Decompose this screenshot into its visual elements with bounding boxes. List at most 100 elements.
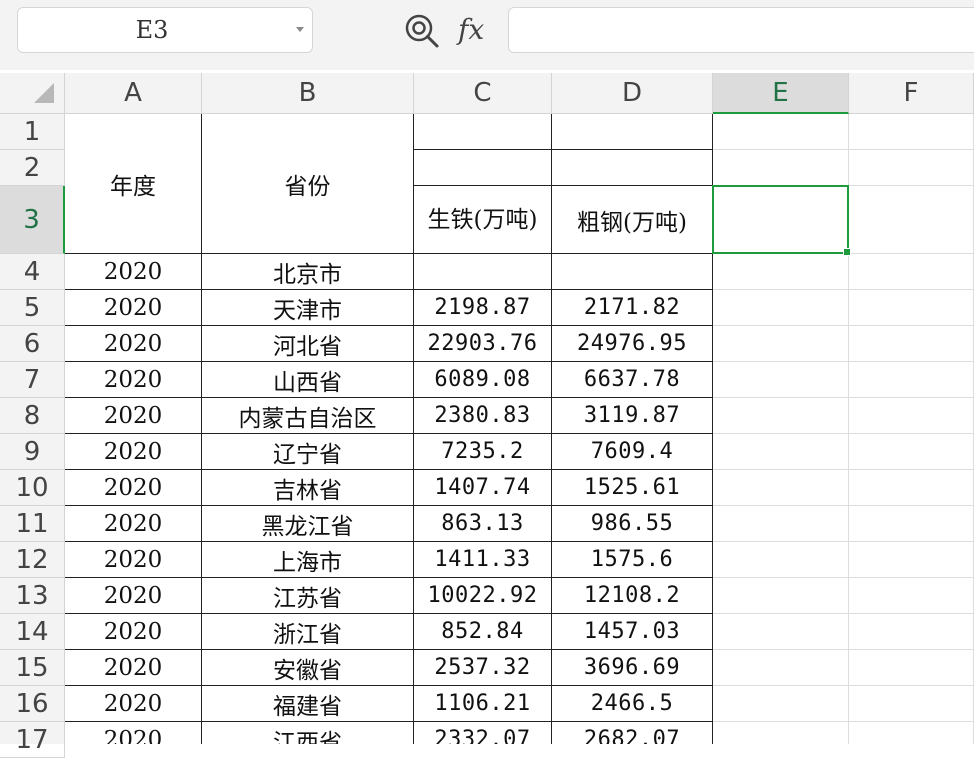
name-box-value: E3 (135, 16, 169, 44)
column-header-A[interactable]: A (65, 73, 202, 114)
column-header-F[interactable]: F (849, 73, 974, 114)
province-cell[interactable]: 上海市 (202, 542, 414, 578)
pig-iron-cell[interactable]: 2537.32 (414, 650, 552, 686)
year-cell[interactable]: 2020 (65, 686, 202, 722)
year-cell[interactable]: 2020 (65, 398, 202, 434)
province-cell[interactable]: 天津市 (202, 290, 414, 326)
crude-steel-cell[interactable]: 24976.95 (552, 326, 713, 362)
crude-steel-cell[interactable]: 7609.4 (552, 434, 713, 470)
crude-steel-cell[interactable]: 1575.6 (552, 542, 713, 578)
header-pig-iron-cell[interactable]: 生铁(万吨) (414, 186, 552, 254)
chevron-down-icon[interactable] (296, 27, 304, 32)
header-province-cell[interactable]: 省份 (202, 114, 414, 254)
column-header-C[interactable]: C (414, 73, 552, 114)
year-cell[interactable]: 2020 (65, 254, 202, 290)
column-header-E[interactable]: E (713, 73, 849, 114)
province-cell[interactable]: 江西省 (202, 722, 414, 744)
crude-steel-cell[interactable]: 3696.69 (552, 650, 713, 686)
select-all-icon (34, 83, 54, 103)
province-cell[interactable]: 河北省 (202, 326, 414, 362)
header-crude-steel-cell[interactable]: 粗钢(万吨) (552, 186, 713, 254)
province-cell[interactable]: 浙江省 (202, 614, 414, 650)
row-header-1[interactable]: 1 (0, 114, 65, 150)
row-header-5[interactable]: 5 (0, 290, 65, 326)
row-header-8[interactable]: 8 (0, 398, 65, 434)
cell-D2[interactable] (552, 150, 713, 186)
year-cell[interactable]: 2020 (65, 326, 202, 362)
province-cell[interactable]: 山西省 (202, 362, 414, 398)
row-header-17[interactable]: 17 (0, 722, 65, 758)
row-header-9[interactable]: 9 (0, 434, 65, 470)
province-cell[interactable]: 安徽省 (202, 650, 414, 686)
pig-iron-cell[interactable]: 2332.07 (414, 722, 552, 744)
year-cell[interactable]: 2020 (65, 362, 202, 398)
row-header-6[interactable]: 6 (0, 326, 65, 362)
crude-steel-cell[interactable]: 1457.03 (552, 614, 713, 650)
year-cell[interactable]: 2020 (65, 722, 202, 744)
province-cell[interactable]: 黑龙江省 (202, 506, 414, 542)
crude-steel-cell[interactable]: 12108.2 (552, 578, 713, 614)
row-header-14[interactable]: 14 (0, 614, 65, 650)
year-cell[interactable]: 2020 (65, 506, 202, 542)
pig-iron-cell[interactable]: 1106.21 (414, 686, 552, 722)
fill-handle[interactable] (843, 248, 851, 256)
crude-steel-cell[interactable]: 1525.61 (552, 470, 713, 506)
crude-steel-cell[interactable]: 2682.07 (552, 722, 713, 744)
province-cell[interactable]: 吉林省 (202, 470, 414, 506)
year-cell[interactable]: 2020 (65, 434, 202, 470)
column-header-D[interactable]: D (552, 73, 713, 114)
year-cell[interactable]: 2020 (65, 614, 202, 650)
crude-steel-cell[interactable]: 986.55 (552, 506, 713, 542)
row-header-15[interactable]: 15 (0, 650, 65, 686)
pig-iron-cell[interactable]: 10022.92 (414, 578, 552, 614)
year-cell[interactable]: 2020 (65, 578, 202, 614)
year-cell[interactable]: 2020 (65, 542, 202, 578)
sheet-grid: 年度 省份 生铁(万吨) 粗钢(万吨) 2020 北京市 2020 天津市 21… (65, 114, 974, 744)
crude-steel-cell[interactable]: 6637.78 (552, 362, 713, 398)
year-cell[interactable]: 2020 (65, 470, 202, 506)
pig-iron-cell[interactable] (414, 254, 552, 290)
province-cell[interactable]: 辽宁省 (202, 434, 414, 470)
pig-iron-cell[interactable]: 2380.83 (414, 398, 552, 434)
row-header-13[interactable]: 13 (0, 578, 65, 614)
pig-iron-cell[interactable]: 852.84 (414, 614, 552, 650)
row-header-10[interactable]: 10 (0, 470, 65, 506)
active-cell-E3[interactable] (712, 185, 851, 256)
column-header-B[interactable]: B (202, 73, 414, 114)
crude-steel-cell[interactable]: 3119.87 (552, 398, 713, 434)
pig-iron-cell[interactable]: 1407.74 (414, 470, 552, 506)
cell-C2[interactable] (414, 150, 552, 186)
province-cell[interactable]: 内蒙古自治区 (202, 398, 414, 434)
formula-bar: E3 fx (0, 0, 974, 70)
function-fx-icon[interactable]: fx (456, 12, 496, 48)
fx-label: fx (456, 13, 484, 46)
row-header-11[interactable]: 11 (0, 506, 65, 542)
year-cell[interactable]: 2020 (65, 650, 202, 686)
cell-C1[interactable] (414, 114, 552, 150)
pig-iron-cell[interactable]: 6089.08 (414, 362, 552, 398)
province-cell[interactable]: 江苏省 (202, 578, 414, 614)
crude-steel-cell[interactable] (552, 254, 713, 290)
row-header-4[interactable]: 4 (0, 254, 65, 290)
province-cell[interactable]: 福建省 (202, 686, 414, 722)
crude-steel-cell[interactable]: 2466.5 (552, 686, 713, 722)
crude-steel-cell[interactable]: 2171.82 (552, 290, 713, 326)
row-header-2[interactable]: 2 (0, 150, 65, 186)
header-year-cell[interactable]: 年度 (65, 114, 202, 254)
formula-input[interactable] (508, 7, 974, 53)
row-header-7[interactable]: 7 (0, 362, 65, 398)
year-cell[interactable]: 2020 (65, 290, 202, 326)
pig-iron-cell[interactable]: 1411.33 (414, 542, 552, 578)
name-box[interactable]: E3 (17, 7, 313, 53)
row-header-12[interactable]: 12 (0, 542, 65, 578)
cell-D1[interactable] (552, 114, 713, 150)
pig-iron-cell[interactable]: 7235.2 (414, 434, 552, 470)
select-all-button[interactable] (0, 73, 65, 114)
row-header-16[interactable]: 16 (0, 686, 65, 722)
pig-iron-cell[interactable]: 22903.76 (414, 326, 552, 362)
zoom-search-icon[interactable] (404, 13, 440, 49)
pig-iron-cell[interactable]: 2198.87 (414, 290, 552, 326)
row-header-3[interactable]: 3 (0, 186, 65, 254)
pig-iron-cell[interactable]: 863.13 (414, 506, 552, 542)
province-cell[interactable]: 北京市 (202, 254, 414, 290)
